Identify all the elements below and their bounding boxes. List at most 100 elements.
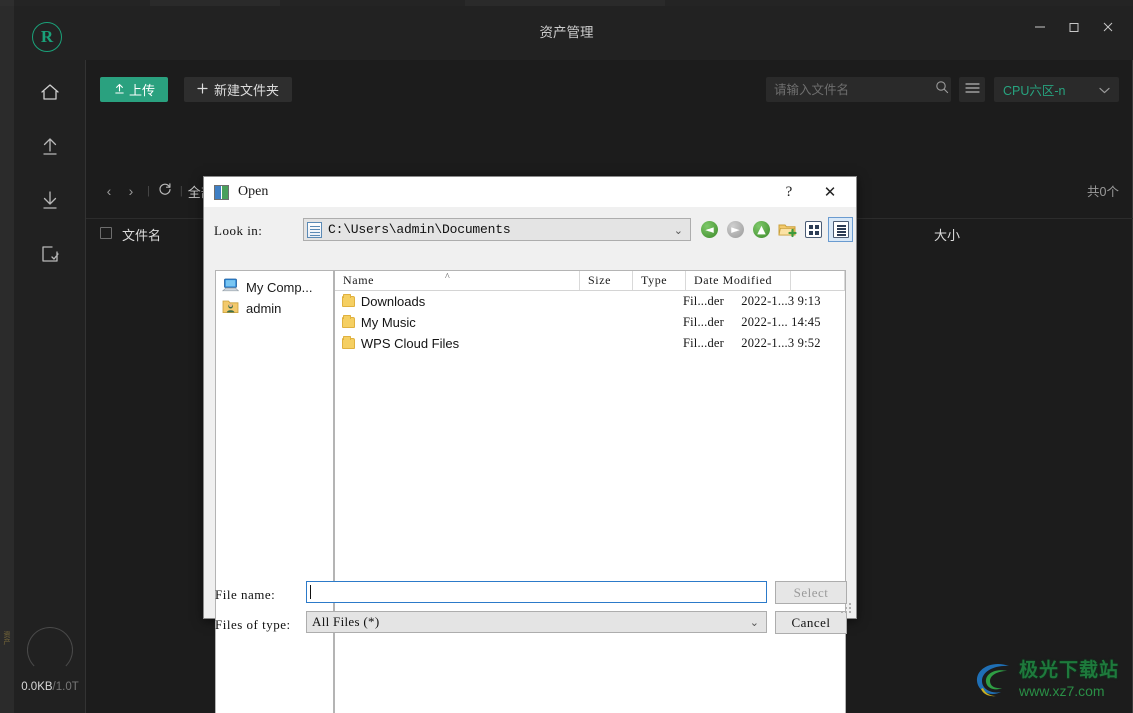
- file-column-name-label: Name: [343, 273, 375, 287]
- file-name-input[interactable]: [306, 581, 767, 603]
- file-row-date: 2022-1... 14:45: [741, 315, 821, 329]
- sidebar-left-edge: [0, 60, 14, 713]
- dialog-help-button[interactable]: ?: [776, 180, 802, 204]
- upload-icon: [113, 82, 126, 98]
- place-label-admin: admin: [246, 301, 282, 316]
- detail-view-icon[interactable]: [801, 217, 826, 242]
- dialog-title-bar: Open ? ✕: [204, 177, 856, 207]
- back-icon-circle: ◄: [701, 221, 718, 238]
- detail-view-glyph: [805, 221, 822, 238]
- back-icon[interactable]: ◄: [697, 217, 722, 242]
- file-column-date[interactable]: Date Modified: [686, 271, 791, 290]
- storage-used: 0.0KB: [21, 681, 53, 693]
- list-view-icon: [964, 81, 980, 99]
- chevron-left-icon[interactable]: ‹: [98, 183, 120, 199]
- folder-icon: [342, 315, 355, 328]
- nav-divider-2: |: [179, 185, 183, 197]
- parent-directory-icon[interactable]: ▲: [749, 217, 774, 242]
- chevron-down-icon: [1099, 83, 1110, 97]
- chevron-down-icon[interactable]: ⌄: [750, 616, 759, 629]
- cancel-button[interactable]: Cancel: [775, 611, 847, 634]
- forward-icon-circle: ►: [727, 221, 744, 238]
- files-of-type-combobox[interactable]: All Files (*) ⌄: [306, 611, 767, 633]
- place-item-admin[interactable]: admin: [216, 298, 333, 319]
- open-file-dialog: Open ? ✕ Look in: C:\Users\admin\Documen…: [203, 176, 857, 713]
- file-column-size[interactable]: Size: [580, 271, 633, 290]
- list-view-toggle[interactable]: [959, 77, 985, 102]
- watermark-title: 极光下载站: [1019, 659, 1120, 681]
- upload-button-label: 上传: [129, 83, 156, 98]
- close-icon[interactable]: [1091, 12, 1125, 42]
- column-header-size[interactable]: 大小: [934, 225, 960, 244]
- watermark-texts: 极光下载站 www.xz7.com: [1019, 661, 1119, 698]
- file-name-label: File name:: [215, 587, 276, 602]
- file-row-date: 2022-1...3 9:13: [741, 294, 821, 308]
- sidebar-item-upload[interactable]: [14, 118, 86, 174]
- select-button[interactable]: Select: [775, 581, 847, 604]
- parent-directory-icon-circle: ▲: [753, 221, 770, 238]
- minimize-icon[interactable]: [1023, 12, 1057, 42]
- upload-button[interactable]: 上传: [100, 77, 169, 102]
- file-row-name: WPS Cloud Files: [360, 336, 460, 351]
- region-select-value: CPU六区-n: [1003, 84, 1066, 98]
- file-column-name[interactable]: Name ^: [335, 271, 580, 290]
- file-row-date: 2022-1...3 9:52: [741, 336, 821, 350]
- region-select[interactable]: CPU六区-n: [994, 77, 1119, 102]
- files-of-type-value: All Files (*): [312, 614, 380, 629]
- look-in-label: Look in:: [214, 223, 263, 238]
- text-caret: [310, 585, 311, 599]
- folder-path-icon: [307, 221, 322, 238]
- my-computer-icon: [221, 278, 240, 298]
- search-box[interactable]: [766, 77, 951, 102]
- sidebar-item-home[interactable]: [14, 64, 86, 120]
- window-controls: [1023, 12, 1125, 42]
- user-folder-icon: [222, 299, 239, 319]
- watermark-url: www.xz7.com: [1019, 682, 1105, 699]
- dialog-resize-grip[interactable]: [841, 603, 853, 615]
- sidebar-item-tasks[interactable]: [14, 226, 86, 282]
- storage-indicator: 0.0KB/1.0T: [14, 627, 86, 693]
- file-row[interactable]: WPS Cloud Files Fil...der 2022-1...3 9:5…: [335, 333, 845, 354]
- sort-ascending-icon: ^: [445, 272, 451, 283]
- action-toolbar: 上传 新建文件夹 请输入文件名 CPU六区-n: [86, 77, 1133, 117]
- dialog-body: Look in: C:\Users\admin\Documents ⌄ ◄ ► …: [204, 207, 856, 713]
- look-in-combobox[interactable]: C:\Users\admin\Documents ⌄: [303, 218, 691, 241]
- file-row-type: Fil...der: [682, 336, 725, 350]
- file-row[interactable]: Downloads Fil...der 2022-1...3 9:13: [335, 291, 845, 312]
- window-title: 资产管理: [539, 25, 594, 40]
- folder-icon: [342, 336, 355, 349]
- search-input[interactable]: [774, 82, 935, 97]
- plus-icon: [197, 82, 208, 97]
- watermark-logo-icon: [971, 657, 1015, 701]
- checked-document-icon: [40, 244, 60, 264]
- refresh-icon[interactable]: [155, 182, 175, 201]
- new-folder-button[interactable]: 新建文件夹: [184, 77, 293, 102]
- upload-arrow-icon: [39, 135, 61, 157]
- chevron-down-icon[interactable]: ⌄: [674, 224, 683, 237]
- download-arrow-icon: [39, 189, 61, 211]
- list-view-glyph: [832, 221, 849, 238]
- new-folder-icon[interactable]: [775, 217, 800, 242]
- storage-ring-icon: [27, 627, 73, 673]
- left-sidebar: 资产 0.0KB/1.0T: [0, 60, 86, 713]
- search-icon[interactable]: [935, 80, 949, 99]
- select-all-checkbox[interactable]: [100, 227, 112, 239]
- forward-icon: ►: [723, 217, 748, 242]
- place-item-my-computer[interactable]: My Comp...: [216, 277, 333, 298]
- chevron-right-icon[interactable]: ›: [120, 183, 142, 199]
- column-header-name[interactable]: 文件名: [122, 225, 161, 244]
- app-window: R 资产管理 资产 0.0KB/1.0T 上传 新建文件夹 请输入文件名 CPU…: [0, 0, 1133, 713]
- file-row-name: Downloads: [360, 294, 426, 309]
- new-folder-button-label: 新建文件夹: [214, 83, 280, 98]
- maximize-icon[interactable]: [1057, 12, 1091, 42]
- file-column-type[interactable]: Type: [633, 271, 686, 290]
- dialog-places-panel[interactable]: My Comp... admin: [215, 270, 334, 713]
- file-row-name: My Music: [360, 315, 416, 330]
- dialog-title: Open: [238, 184, 269, 199]
- dialog-close-icon[interactable]: ✕: [810, 180, 850, 204]
- file-row[interactable]: My Music Fil...der 2022-1... 14:45: [335, 312, 845, 333]
- total-count-label: 共0个: [1087, 185, 1119, 199]
- place-label-my-computer: My Comp...: [246, 280, 313, 295]
- sidebar-item-download[interactable]: [14, 172, 86, 228]
- list-view-icon[interactable]: [828, 217, 853, 242]
